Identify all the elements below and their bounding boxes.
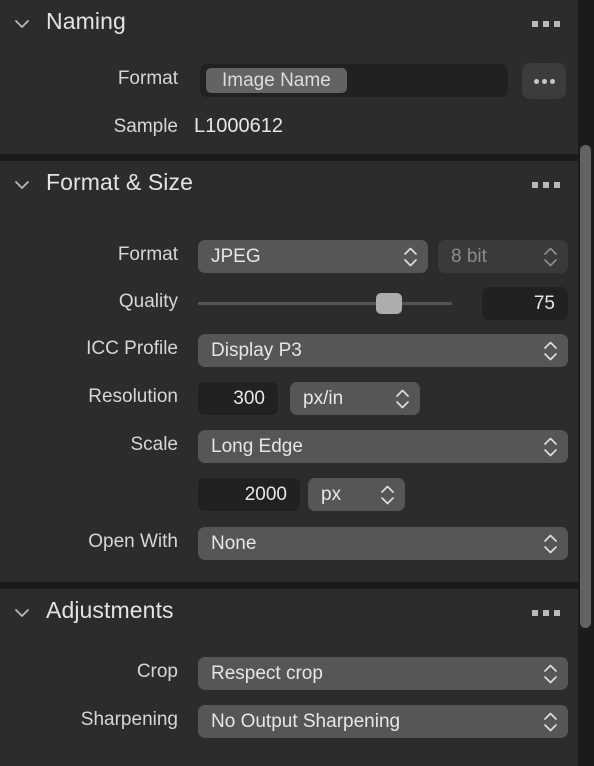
row-format: Format JPEG 8 bit: [0, 240, 578, 276]
icc-profile-select-value: Display P3: [211, 340, 302, 361]
scale-unit-value: px: [321, 484, 342, 505]
section-header-naming[interactable]: Naming: [0, 0, 578, 46]
row-naming-sample: Sample L1000612: [0, 112, 578, 148]
row-sharpening: Sharpening No Output Sharpening: [0, 705, 578, 741]
section-format-size: Format & Size Format JPEG 8 bit Quality …: [0, 161, 578, 582]
chevron-up-down-icon[interactable]: [543, 711, 558, 733]
quality-slider-thumb[interactable]: [375, 293, 402, 314]
section-title: Adjustments: [46, 597, 174, 623]
label-format: Format: [117, 244, 178, 265]
section-adjustments: Adjustments Crop Respect crop Sharpening…: [0, 589, 578, 766]
section-naming: Naming Format Image Name Sample L1000612: [0, 0, 578, 154]
label-naming-format: Format: [117, 68, 178, 89]
naming-format-token-field[interactable]: Image Name: [200, 64, 508, 97]
ellipsis-dot: [542, 78, 547, 84]
scale-size-field[interactable]: 2000: [198, 478, 300, 511]
row-open-with: Open With None: [0, 527, 578, 563]
row-icc-profile: ICC Profile Display P3: [0, 334, 578, 370]
scrollbar-thumb[interactable]: [580, 145, 591, 628]
chevron-up-down-icon[interactable]: [380, 484, 395, 506]
label-scale: Scale: [130, 434, 178, 455]
chevron-up-down-icon[interactable]: [395, 388, 410, 410]
token-image-name[interactable]: Image Name: [206, 68, 347, 93]
row-resolution: Resolution 300 px/in: [0, 382, 578, 418]
chevron-up-down-icon[interactable]: [543, 246, 558, 268]
chevron-down-icon[interactable]: [13, 178, 31, 192]
ellipsis-icon[interactable]: [532, 182, 560, 188]
label-crop: Crop: [136, 661, 178, 682]
section-header-adjustments[interactable]: Adjustments: [0, 589, 578, 635]
naming-format-more-button[interactable]: [522, 63, 566, 99]
naming-sample-value: L1000612: [194, 115, 283, 137]
resolution-value: 300: [233, 388, 265, 409]
sharpening-select-value: No Output Sharpening: [211, 711, 401, 732]
section-header-format-size[interactable]: Format & Size: [0, 161, 578, 207]
bit-depth-select[interactable]: 8 bit: [438, 240, 568, 273]
label-open-with: Open With: [88, 531, 178, 552]
section-divider: [0, 154, 578, 161]
row-scale-size: 2000 px: [0, 478, 578, 514]
label-quality: Quality: [118, 291, 178, 312]
format-select[interactable]: JPEG: [198, 240, 428, 273]
resolution-unit-value: px/in: [303, 388, 344, 409]
ellipsis-dot: [550, 78, 555, 84]
row-crop: Crop Respect crop: [0, 657, 578, 693]
open-with-select-value: None: [211, 533, 257, 554]
scale-unit-select[interactable]: px: [308, 478, 405, 511]
bit-depth-select-value: 8 bit: [451, 246, 487, 267]
resolution-unit-select[interactable]: px/in: [290, 382, 420, 415]
open-with-select[interactable]: None: [198, 527, 568, 560]
ellipsis-icon[interactable]: [532, 610, 560, 616]
chevron-down-icon[interactable]: [13, 17, 31, 31]
quality-value: 75: [533, 293, 555, 314]
export-settings-panel: Naming Format Image Name Sample L1000612: [0, 0, 594, 766]
icc-profile-select[interactable]: Display P3: [198, 334, 568, 367]
crop-select-value: Respect crop: [211, 663, 323, 684]
row-quality: Quality 75: [0, 287, 578, 323]
section-title: Naming: [46, 8, 126, 34]
sharpening-select[interactable]: No Output Sharpening: [198, 705, 568, 738]
chevron-up-down-icon[interactable]: [543, 533, 558, 555]
label-resolution: Resolution: [88, 386, 178, 407]
crop-select[interactable]: Respect crop: [198, 657, 568, 690]
chevron-up-down-icon[interactable]: [543, 436, 558, 458]
label-naming-sample: Sample: [113, 116, 178, 137]
ellipsis-icon[interactable]: [532, 21, 560, 27]
row-scale: Scale Long Edge: [0, 430, 578, 466]
section-title: Format & Size: [46, 169, 194, 195]
chevron-up-down-icon[interactable]: [543, 663, 558, 685]
scale-select-value: Long Edge: [211, 436, 303, 457]
chevron-down-icon[interactable]: [13, 606, 31, 620]
label-icc-profile: ICC Profile: [86, 338, 178, 359]
resolution-value-field[interactable]: 300: [198, 382, 278, 415]
section-divider: [0, 582, 578, 589]
row-naming-format: Format Image Name: [0, 63, 578, 100]
quality-value-field[interactable]: 75: [482, 287, 568, 320]
scale-select[interactable]: Long Edge: [198, 430, 568, 463]
chevron-up-down-icon[interactable]: [543, 340, 558, 362]
ellipsis-dot: [534, 78, 539, 84]
scale-size-value: 2000: [244, 484, 287, 505]
label-sharpening: Sharpening: [80, 709, 178, 730]
chevron-up-down-icon[interactable]: [403, 246, 418, 268]
format-select-value: JPEG: [211, 246, 261, 267]
scrollbar-track[interactable]: [578, 0, 594, 766]
quality-slider[interactable]: [198, 293, 452, 315]
quality-slider-track[interactable]: [198, 302, 452, 305]
